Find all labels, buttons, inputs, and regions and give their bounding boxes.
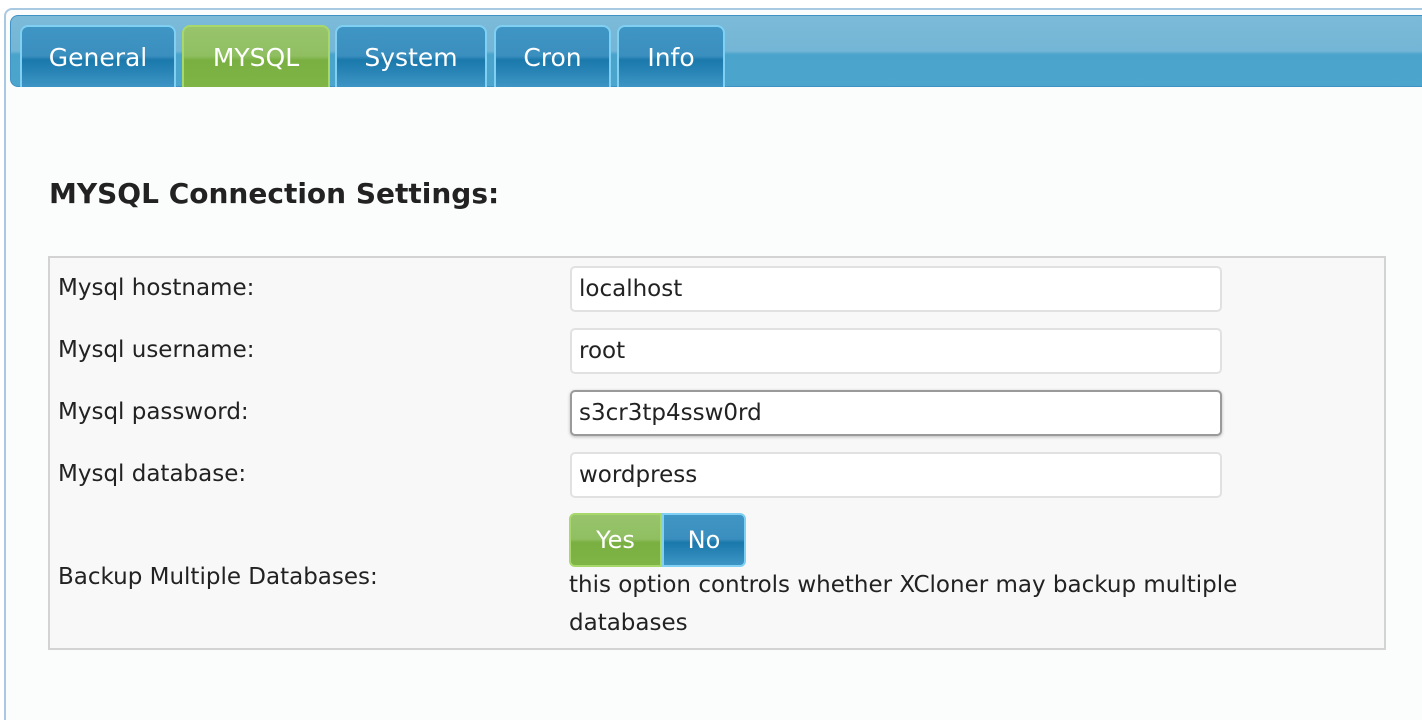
tab-cron[interactable]: Cron — [494, 25, 611, 87]
username-label: Mysql username: — [58, 337, 255, 363]
multiple-databases-toggle: Yes No — [569, 513, 746, 567]
yes-button-label: Yes — [596, 526, 635, 554]
tab-general-label: General — [48, 42, 148, 72]
no-button[interactable]: No — [662, 513, 746, 567]
multiple-databases-label: Backup Multiple Databases: — [58, 564, 378, 590]
password-label: Mysql password: — [58, 399, 249, 425]
hostname-input[interactable] — [570, 266, 1222, 312]
yes-button[interactable]: Yes — [569, 513, 662, 567]
hostname-label: Mysql hostname: — [58, 275, 255, 301]
password-input[interactable] — [570, 390, 1222, 436]
mysql-settings-panel: Mysql hostname: Mysql username: Mysql pa… — [48, 256, 1386, 650]
tab-mysql-label: MYSQL — [212, 42, 300, 72]
database-label: Mysql database: — [58, 461, 247, 487]
tab-info-label: Info — [647, 42, 695, 72]
tab-system-label: System — [364, 42, 458, 72]
tab-general[interactable]: General — [20, 25, 176, 87]
section-title: MYSQL Connection Settings: — [49, 177, 500, 210]
no-button-label: No — [687, 526, 721, 554]
multiple-databases-help: this option controls whether XCloner may… — [569, 572, 1238, 636]
username-input[interactable] — [570, 328, 1222, 374]
tab-cron-label: Cron — [523, 42, 582, 72]
database-input[interactable] — [570, 452, 1222, 498]
tab-info[interactable]: Info — [617, 25, 725, 87]
tab-system[interactable]: System — [335, 25, 487, 87]
tab-mysql[interactable]: MYSQL — [182, 25, 330, 87]
